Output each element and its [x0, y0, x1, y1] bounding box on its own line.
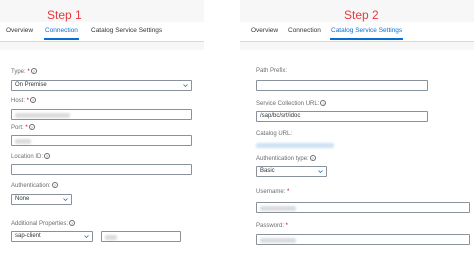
service-collection-url-label-text: Service Collection URL: — [256, 101, 320, 107]
type-select[interactable]: On Premise — [11, 80, 192, 91]
catalog-url-label: Catalog URL: — [256, 131, 292, 137]
host-label-text: Host: — [11, 98, 26, 104]
redacted-property-value — [105, 234, 117, 240]
service-collection-url-input[interactable]: /sap/bc/srt/idoc — [256, 111, 428, 122]
tab-overview[interactable]: Overview — [251, 27, 278, 34]
authentication-type-label-text: Authentication type: — [256, 156, 309, 162]
redacted-catalog-url-link[interactable] — [256, 143, 334, 148]
info-icon[interactable]: ? — [30, 97, 37, 103]
tab-connection[interactable]: Connection — [288, 27, 321, 34]
tab-catalog-service-settings[interactable]: Catalog Service Settings — [329, 27, 404, 40]
location-id-input[interactable] — [11, 164, 192, 175]
authentication-type-label: Authentication type:? — [256, 155, 316, 162]
service-collection-url-value: /sap/bc/srt/idoc — [260, 113, 301, 119]
property-key-select-value: sap-client — [15, 233, 41, 239]
service-collection-url-label: Service Collection URL:? — [256, 100, 327, 107]
type-label: Type: *? — [11, 68, 37, 75]
step-1-label: Step 1 — [47, 8, 82, 22]
info-icon[interactable]: ? — [28, 124, 35, 130]
info-icon[interactable]: ? — [309, 155, 316, 161]
redacted-password-value — [260, 237, 296, 243]
tab-bar: Overview Connection Catalog Service Sett… — [240, 22, 474, 42]
authentication-select[interactable]: None — [11, 194, 72, 205]
password-label: Password: * — [256, 223, 288, 229]
catalog-url-label-text: Catalog URL: — [256, 131, 293, 137]
password-label-text: Password: — [256, 223, 285, 229]
tab-connection[interactable]: Connection — [44, 27, 79, 40]
username-label-text: Username: — [256, 189, 286, 195]
redacted-username-value — [260, 205, 296, 211]
location-id-label-text: Location ID: — [11, 154, 44, 160]
username-input[interactable] — [256, 202, 470, 213]
tab-bar: Overview Connection Catalog Service Sett… — [0, 22, 204, 42]
info-icon[interactable]: ? — [30, 68, 37, 74]
password-input[interactable] — [256, 234, 470, 245]
info-icon[interactable]: ? — [51, 182, 58, 188]
required-marker: * — [23, 125, 28, 131]
required-marker: * — [284, 223, 289, 229]
type-select-value: On Premise — [15, 82, 47, 88]
tab-catalog-service-settings[interactable]: Catalog Service Settings — [91, 27, 162, 34]
authentication-type-select[interactable]: Basic — [256, 166, 327, 177]
chevron-down-icon — [84, 235, 89, 239]
port-label-text: Port: — [11, 125, 24, 131]
required-marker: * — [285, 189, 290, 195]
authentication-select-value: None — [15, 196, 30, 202]
type-label-text: Type: — [11, 69, 26, 75]
chevron-down-icon — [183, 84, 188, 88]
info-icon[interactable]: ? — [320, 100, 327, 106]
property-key-select[interactable]: sap-client — [11, 231, 93, 242]
tab-overview[interactable]: Overview — [6, 27, 33, 34]
host-input[interactable] — [11, 109, 192, 120]
username-label: Username: * — [256, 189, 289, 195]
redacted-port-value — [15, 138, 31, 144]
connection-panel: Step 1 Overview Connection Catalog Servi… — [0, 0, 204, 257]
location-id-label: Location ID:? — [11, 153, 51, 160]
path-prefix-input[interactable] — [256, 80, 428, 91]
additional-properties-label: Additional Properties:? — [11, 220, 76, 227]
required-marker: * — [25, 69, 30, 75]
info-icon[interactable]: ? — [69, 220, 76, 226]
redacted-host-value — [15, 112, 70, 118]
port-label: Port: *? — [11, 124, 35, 131]
step-2-label: Step 2 — [344, 8, 379, 22]
catalog-service-settings-panel: Step 2 Overview Connection Catalog Servi… — [240, 0, 474, 257]
additional-properties-label-text: Additional Properties: — [11, 221, 69, 227]
chevron-down-icon — [63, 198, 68, 202]
info-icon[interactable]: ? — [44, 153, 51, 159]
authentication-type-select-value: Basic — [260, 168, 275, 174]
authentication-label: Authentication:? — [11, 182, 58, 189]
path-prefix-label-text: Path Prefix: — [256, 68, 288, 74]
required-marker: * — [25, 98, 30, 104]
chevron-down-icon — [318, 170, 323, 174]
path-prefix-label: Path Prefix: — [256, 68, 287, 74]
authentication-label-text: Authentication: — [11, 183, 51, 189]
host-label: Host: *? — [11, 97, 37, 104]
port-input[interactable] — [11, 135, 192, 146]
property-value-input[interactable] — [101, 231, 181, 242]
